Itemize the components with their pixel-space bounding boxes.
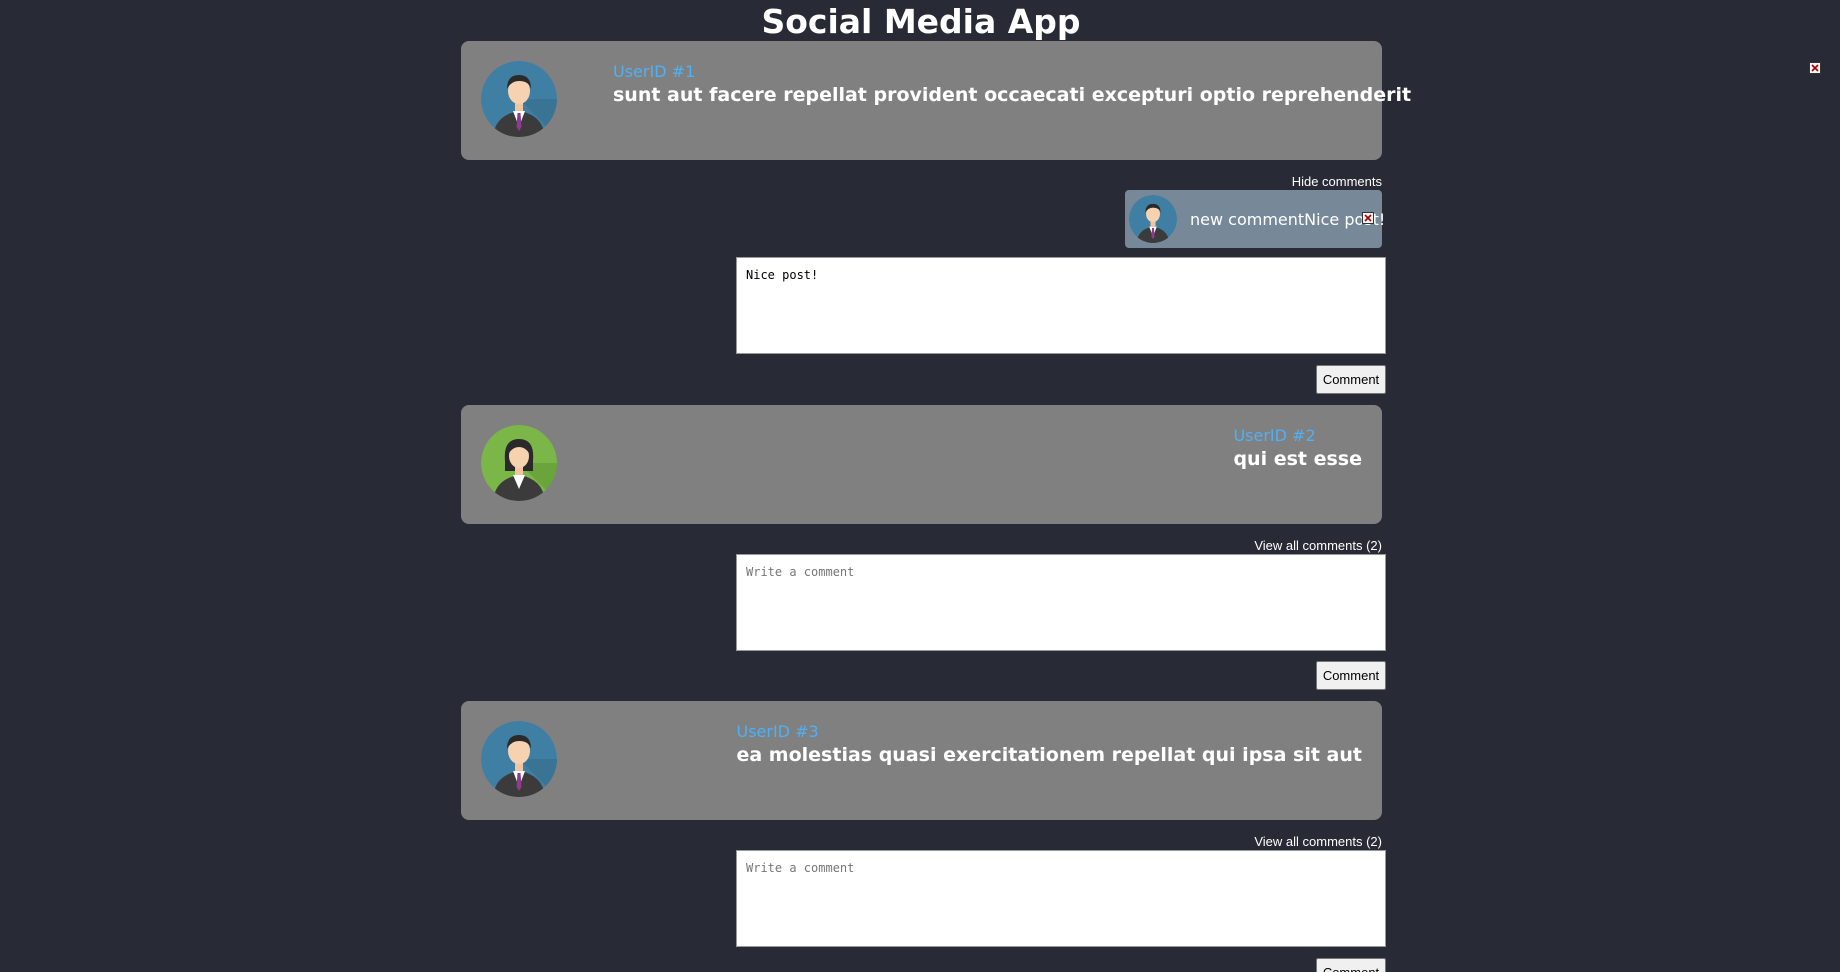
- user-id-label[interactable]: UserID #1: [613, 62, 1411, 82]
- post-card: UserID #1 sunt aut facere repellat provi…: [461, 41, 1821, 160]
- comment-text: new commentNice post!: [1190, 210, 1386, 229]
- comment-button[interactable]: Comment: [1316, 365, 1386, 394]
- comment-input[interactable]: [736, 257, 1386, 354]
- post-content: UserID #2 qui est esse: [1233, 426, 1362, 472]
- post-content: UserID #3 ea molestias quasi exercitatio…: [736, 722, 1362, 768]
- post-title: sunt aut facere repellat provident occae…: [613, 84, 1412, 106]
- user-id-label[interactable]: UserID #2: [1233, 426, 1362, 446]
- comment-button[interactable]: Comment: [1316, 661, 1386, 690]
- post-content: UserID #1 sunt aut facere repellat provi…: [613, 62, 1411, 108]
- comment-input[interactable]: [736, 850, 1386, 947]
- comment-button[interactable]: Comment: [1316, 958, 1386, 972]
- post-card: UserID #2 qui est esse: [461, 405, 1382, 524]
- post-card: UserID #3 ea molestias quasi exercitatio…: [461, 701, 1382, 820]
- close-icon: [1364, 214, 1372, 222]
- delete-post-button[interactable]: [1809, 62, 1821, 74]
- view-comments-link[interactable]: View all comments (2): [1254, 538, 1382, 554]
- male-avatar-icon: [481, 61, 557, 137]
- delete-comment-button[interactable]: [1362, 212, 1374, 224]
- hide-comments-link[interactable]: Hide comments: [1292, 174, 1382, 190]
- male-avatar-icon: [481, 721, 557, 797]
- view-comments-link[interactable]: View all comments (2): [1254, 834, 1382, 850]
- comment-item: new commentNice post!: [1125, 190, 1386, 248]
- female-avatar-icon: [481, 425, 557, 501]
- comment-input[interactable]: [736, 554, 1386, 651]
- post-title: qui est esse: [1233, 448, 1362, 470]
- app-title: Social Media App: [761, 2, 1081, 41]
- user-id-label[interactable]: UserID #3: [736, 722, 1362, 742]
- male-avatar-icon: [1129, 195, 1177, 243]
- post-title: ea molestias quasi exercitationem repell…: [736, 744, 1362, 766]
- page: Social Media App UserID #1 sunt aut face…: [0, 0, 1840, 972]
- close-icon: [1811, 64, 1819, 72]
